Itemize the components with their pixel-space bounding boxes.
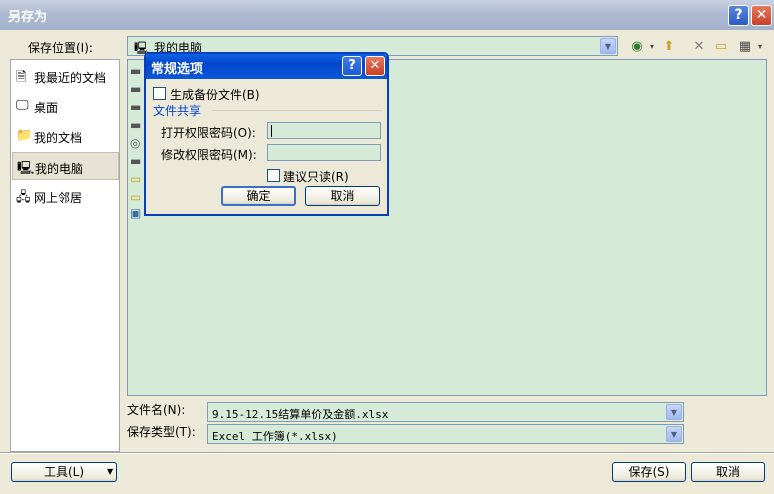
ok-button[interactable]: 确定 [221,186,296,206]
place-label: 我的电脑 [35,162,84,176]
back-icon[interactable]: ◉ [628,38,646,56]
views-icon[interactable]: ▦ [736,38,754,56]
views-dropdown-icon[interactable]: ▾ [754,38,766,56]
drive-icon[interactable]: ▬ [130,82,141,96]
file-name-value: 9.15-12.15结算单价及金额.xlsx [212,408,389,421]
chevron-down-icon[interactable]: ▼ [666,426,682,442]
tools-button[interactable]: 工具(L) [11,462,117,482]
place-network[interactable]: 🖧 网上邻居 [12,182,119,210]
dialog-close-button[interactable]: ✕ [365,56,385,76]
my-computer-icon: 🖳 [17,161,35,176]
new-folder-icon[interactable]: ▭ [712,38,730,56]
drive-icon[interactable]: ▬ [130,154,141,168]
place-label: 我最近的文档 [34,71,107,85]
save-location-label: 保存位置(I): [28,41,93,55]
folder-icon[interactable]: ▭ [130,172,141,186]
drive-icon[interactable]: ▬ [130,118,141,132]
open-password-input[interactable] [267,122,381,139]
readonly-label: 建议只读(R) [283,170,349,184]
chevron-down-icon[interactable]: ▼ [600,38,616,54]
group-divider [212,110,382,111]
file-type-value: Excel 工作簿(*.xlsx) [212,430,338,443]
file-name-label: 文件名(N): [127,403,186,417]
place-recent-documents[interactable]: 🗎 我最近的文档 [12,62,119,90]
close-button[interactable]: ✕ [751,5,772,26]
cd-drive-icon[interactable]: ◎ [130,136,140,150]
dialog-title: 常规选项 [151,62,204,77]
cancel-button[interactable]: 取消 [691,462,765,482]
general-options-dialog: 常规选项 ? ✕ 生成备份文件(B) 文件共享 打开权限密码(O): 修改权限密… [144,52,389,216]
file-sharing-group-label: 文件共享 [153,104,202,118]
modify-password-input[interactable] [267,144,381,161]
place-my-computer[interactable]: 🖳 我的电脑 [12,152,119,180]
place-desktop[interactable]: 🖵 桌面 [12,92,119,120]
file-name-input[interactable]: 9.15-12.15结算单价及金额.xlsx ▼ [207,402,684,422]
file-type-select[interactable]: Excel 工作簿(*.xlsx) ▼ [207,424,684,444]
backup-checkbox[interactable] [153,87,166,100]
back-dropdown-icon[interactable]: ▾ [646,38,658,56]
place-label: 我的文档 [34,131,83,145]
chevron-down-icon[interactable]: ▼ [107,463,117,481]
drive-icon[interactable]: ▬ [130,100,141,114]
divider [0,452,774,454]
text-caret [271,125,272,137]
readonly-checkbox[interactable] [267,169,280,182]
delete-icon[interactable]: ✕ [690,38,708,56]
dialog-title-bar: 常规选项 ? ✕ [146,54,387,79]
up-folder-icon[interactable]: ⬆ [660,38,678,56]
folder-icon[interactable]: ▭ [130,190,141,204]
drive-icon[interactable]: ▬ [130,64,141,78]
network-places-icon: 🖧 [16,190,31,205]
chevron-down-icon[interactable]: ▼ [666,404,682,420]
dialog-help-button[interactable]: ? [342,56,362,76]
save-button[interactable]: 保存(S) [612,462,686,482]
network-drive-icon[interactable]: ▣ [130,206,141,220]
tools-button-label: 工具(L) [43,465,85,479]
place-my-documents[interactable]: 📁 我的文档 [12,122,119,150]
dialog-cancel-button[interactable]: 取消 [305,186,380,206]
modify-password-label: 修改权限密码(M): [161,148,257,162]
backup-label: 生成备份文件(B) [170,88,260,102]
places-bar: 🗎 我最近的文档 🖵 桌面 📁 我的文档 🖳 我的电脑 🖧 网上邻居 [10,59,120,452]
my-documents-icon: 📁 [16,128,33,143]
place-label: 桌面 [34,101,59,115]
help-button[interactable]: ? [728,5,749,26]
file-type-label: 保存类型(T): [127,425,196,439]
recent-documents-icon: 🗎 [16,70,27,85]
title-bar: 另存为 ? ✕ [0,0,774,30]
desktop-icon: 🖵 [16,98,29,113]
place-label: 网上邻居 [34,191,83,205]
open-password-label: 打开权限密码(O): [161,126,256,140]
window-title: 另存为 [8,10,48,25]
